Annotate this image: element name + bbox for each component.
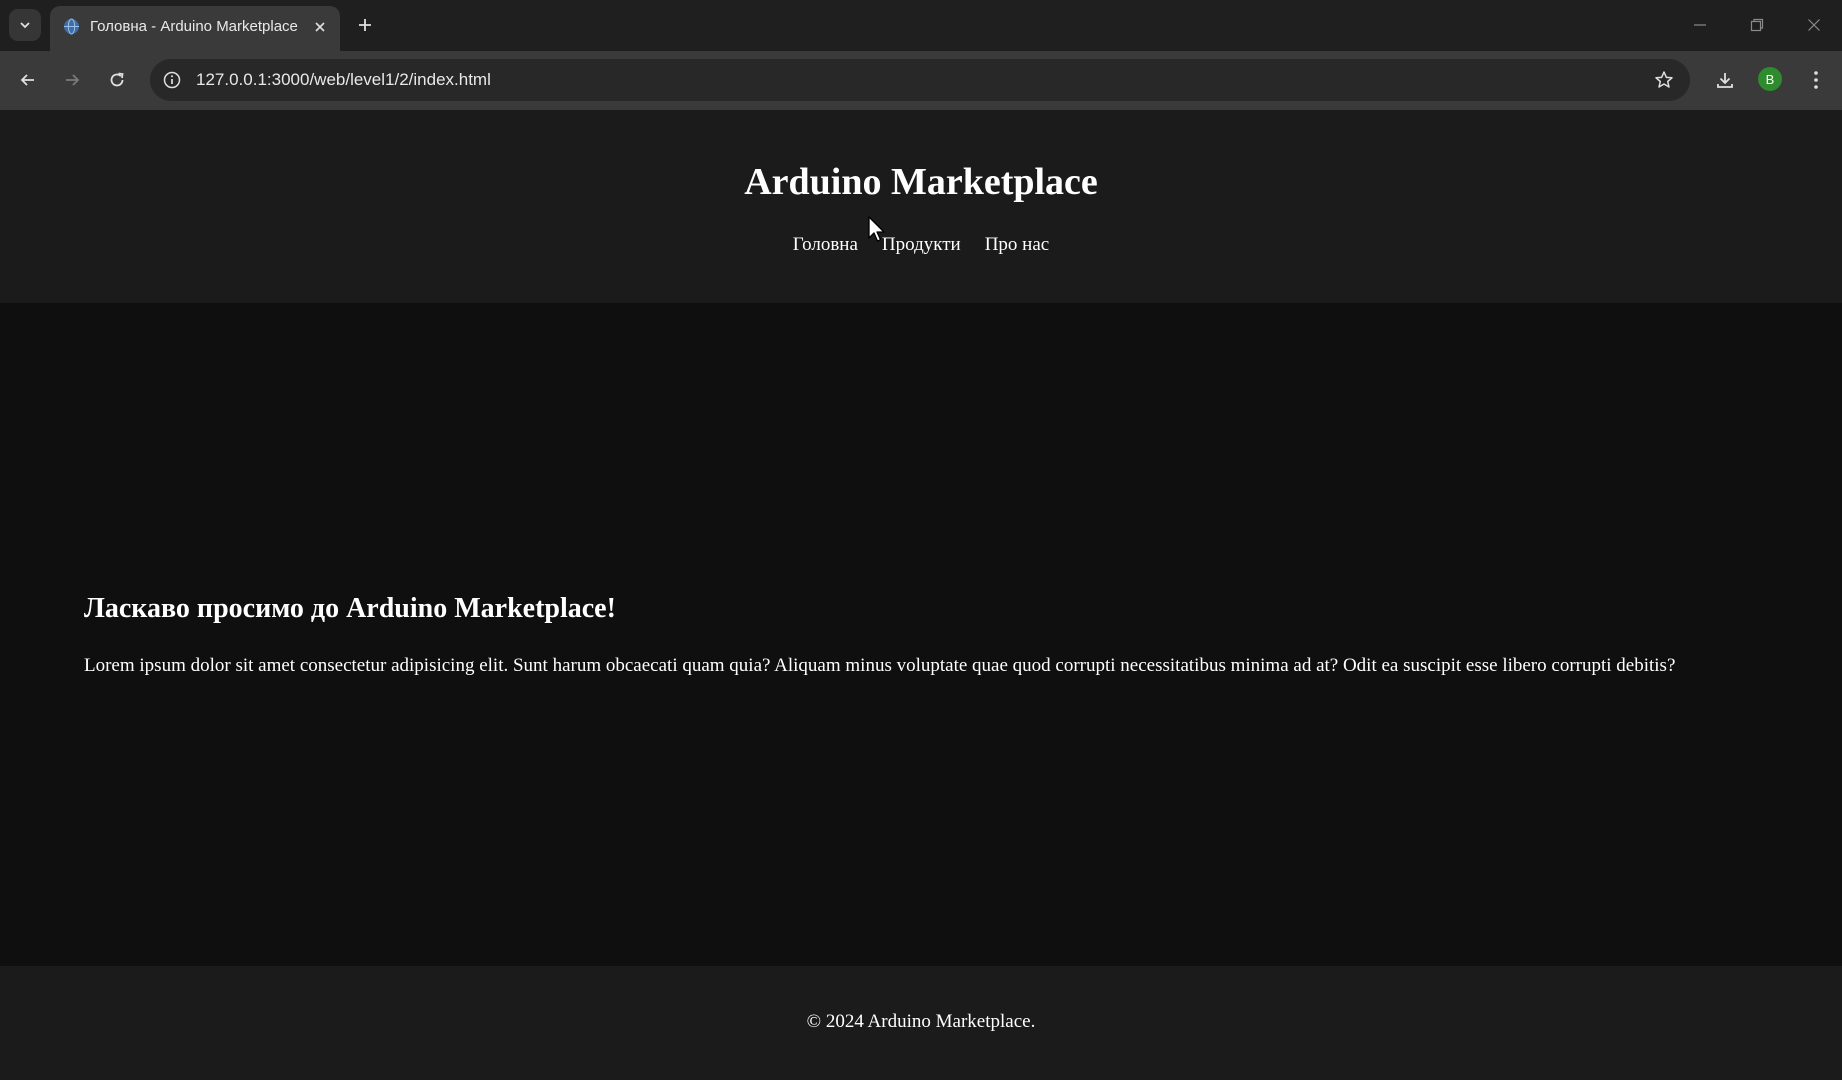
- info-icon: [163, 71, 181, 89]
- star-icon: [1655, 71, 1673, 88]
- address-bar[interactable]: 127.0.0.1:3000/web/level1/2/index.html: [150, 59, 1690, 101]
- tab-list-button[interactable]: [9, 9, 41, 41]
- close-icon: [1808, 19, 1820, 31]
- forward-button[interactable]: [56, 64, 88, 96]
- site-footer: © 2024 Arduino Marketplace.: [0, 966, 1842, 1080]
- bookmark-button[interactable]: [1652, 68, 1676, 92]
- profile-avatar[interactable]: B: [1758, 67, 1782, 91]
- minimize-icon: [1694, 24, 1706, 26]
- main-content: Ласкаво просимо до Arduino Marketplace! …: [0, 303, 1842, 966]
- nav-link-home[interactable]: Головна: [793, 234, 858, 256]
- site-nav: Головна Продукти Про нас: [0, 234, 1842, 256]
- downloads-button[interactable]: [1709, 64, 1741, 96]
- restore-button[interactable]: [1737, 8, 1777, 42]
- site-header: Arduino Marketplace Головна Продукти Про…: [0, 110, 1842, 303]
- welcome-heading: Ласкаво просимо до Arduino Marketplace!: [84, 593, 616, 624]
- arrow-right-icon: [66, 74, 80, 86]
- nav-link-products[interactable]: Продукти: [882, 234, 961, 256]
- close-icon: [315, 22, 325, 32]
- tab-close-button[interactable]: [308, 15, 332, 39]
- new-tab-button[interactable]: [351, 11, 379, 39]
- site-title: Arduino Marketplace: [744, 161, 1098, 203]
- download-icon: [1717, 73, 1733, 88]
- browser-chrome: Головна - Arduino Marketplace 127.0.0.1:…: [0, 0, 1842, 110]
- browser-menu-button[interactable]: [1800, 64, 1832, 96]
- browser-toolbar: 127.0.0.1:3000/web/level1/2/index.html B: [0, 51, 1842, 110]
- restore-icon: [1750, 18, 1764, 32]
- footer-copyright: © 2024 Arduino Marketplace.: [806, 1011, 1036, 1032]
- close-window-button[interactable]: [1794, 8, 1834, 42]
- site-info-button[interactable]: [160, 68, 184, 92]
- nav-link-about[interactable]: Про нас: [985, 234, 1050, 256]
- browser-tab[interactable]: Головна - Arduino Marketplace: [50, 6, 340, 51]
- back-button[interactable]: [12, 64, 44, 96]
- web-page: Arduino Marketplace Головна Продукти Про…: [0, 110, 1842, 1080]
- globe-icon: [64, 18, 79, 35]
- arrow-left-icon: [20, 74, 34, 86]
- url-text[interactable]: 127.0.0.1:3000/web/level1/2/index.html: [196, 70, 491, 90]
- welcome-paragraph: Lorem ipsum dolor sit amet consectetur a…: [84, 655, 1676, 676]
- reload-button[interactable]: [101, 64, 133, 96]
- tab-strip: Головна - Arduino Marketplace: [0, 0, 1842, 51]
- plus-icon: [359, 19, 371, 31]
- chevron-down-icon: [20, 22, 30, 29]
- kebab-menu-icon: [1814, 71, 1818, 89]
- reload-icon: [110, 72, 124, 87]
- tab-title: Головна - Arduino Marketplace: [90, 18, 298, 35]
- minimize-button[interactable]: [1680, 8, 1720, 42]
